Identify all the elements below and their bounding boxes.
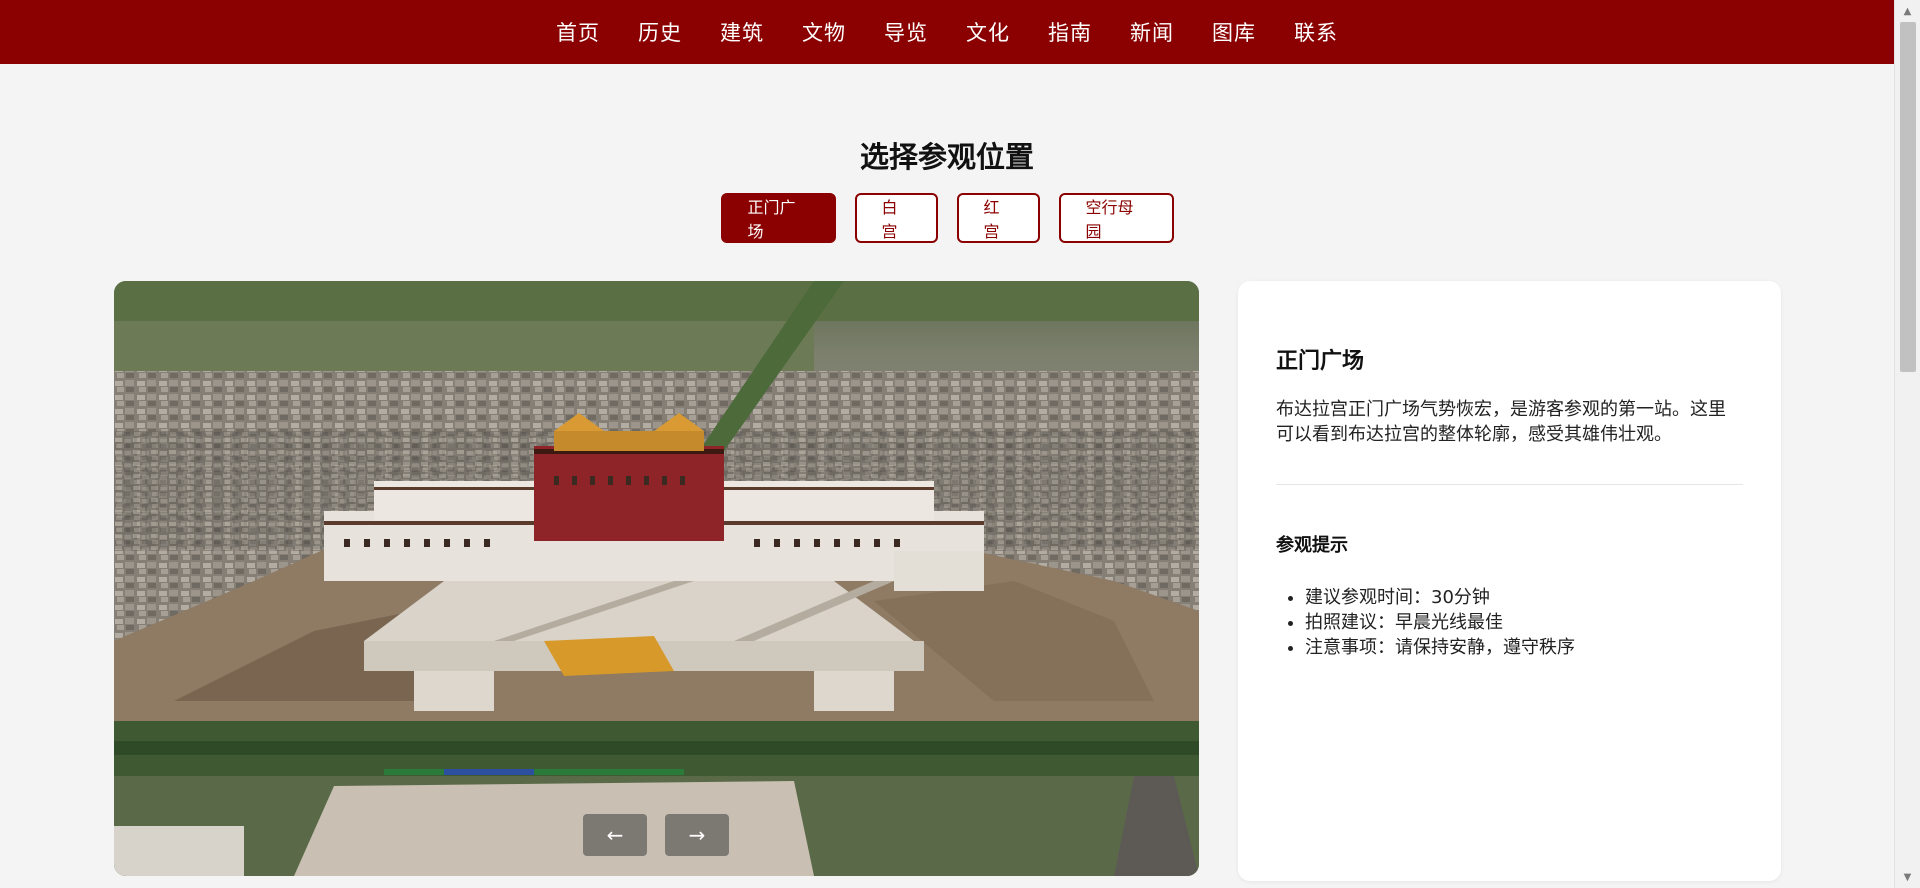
page-scrollbar[interactable]: ▲ ▼	[1894, 0, 1920, 888]
tip-item: 拍照建议：早晨光线最佳	[1305, 610, 1743, 635]
location-description: 布达拉宫正门广场气势恢宏，是游客参观的第一站。这里可以看到布达拉宫的整体轮廓，感…	[1276, 399, 1726, 445]
nav-item-tour[interactable]: 导览	[884, 17, 928, 47]
triangle-down-icon[interactable]: ▼	[1895, 866, 1920, 888]
tips-list: 建议参观时间：30分钟 拍照建议：早晨光线最佳 注意事项：请保持安静，遵守秩序	[1276, 585, 1743, 660]
tab-dakini-garden[interactable]: 空行母园	[1058, 193, 1174, 243]
divider	[1276, 484, 1743, 485]
tip-item: 建议参观时间：30分钟	[1305, 585, 1743, 610]
location-info-card: 正门广场 布达拉宫正门广场气势恢宏，是游客参观的第一站。这里可以看到布达拉宫的整…	[1238, 281, 1781, 881]
tips-title: 参观提示	[1276, 535, 1348, 556]
location-title: 正门广场	[1276, 349, 1365, 374]
nav-item-news[interactable]: 新闻	[1130, 17, 1174, 47]
nav-item-culture[interactable]: 文化	[966, 17, 1010, 47]
nav-item-contact[interactable]: 联系	[1294, 17, 1338, 47]
nav-item-guide[interactable]: 指南	[1048, 17, 1092, 47]
scrollbar-thumb[interactable]	[1900, 22, 1916, 372]
tip-item: 注意事项：请保持安静，遵守秩序	[1305, 635, 1743, 660]
potala-palace-photo	[114, 281, 1199, 876]
nav-item-history[interactable]: 历史	[638, 17, 682, 47]
triangle-up-icon[interactable]: ▲	[1895, 0, 1920, 22]
nav-item-gallery[interactable]: 图库	[1212, 17, 1256, 47]
next-image-button[interactable]: →	[665, 814, 729, 856]
tab-red-palace[interactable]: 红宫	[956, 193, 1040, 243]
tab-white-palace[interactable]: 白宫	[854, 193, 938, 243]
prev-image-button[interactable]: ←	[583, 814, 647, 856]
nav-item-relics[interactable]: 文物	[802, 17, 846, 47]
nav-item-home[interactable]: 首页	[556, 17, 600, 47]
nav-item-architecture[interactable]: 建筑	[720, 17, 764, 47]
section-title: 选择参观位置	[859, 140, 1034, 174]
location-image-viewer: ← →	[114, 281, 1199, 876]
location-tabs: 正门广场 白宫 红宫 空行母园	[0, 193, 1894, 243]
tab-main-gate-square[interactable]: 正门广场	[720, 193, 836, 243]
top-nav: 首页 历史 建筑 文物 导览 文化 指南 新闻 图库 联系	[0, 0, 1894, 64]
